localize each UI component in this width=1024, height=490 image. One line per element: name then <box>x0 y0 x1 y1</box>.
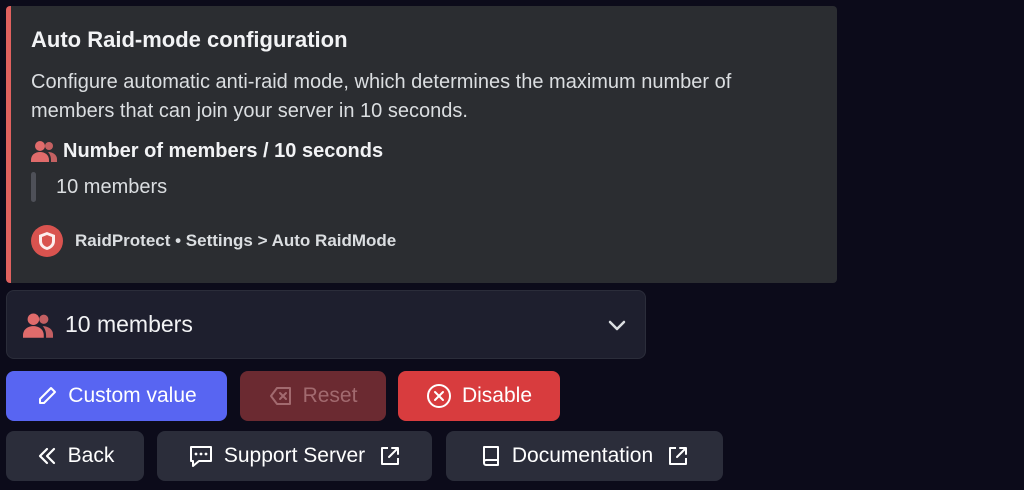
field-name-label: Number of members / 10 seconds <box>63 139 384 162</box>
support-server-label: Support Server <box>223 444 366 467</box>
double-chevron-left-icon <box>38 447 55 465</box>
embed-card: Auto Raid-mode configuration Configure a… <box>6 6 837 283</box>
documentation-button[interactable]: Documentation <box>446 431 723 481</box>
embed-description: Configure automatic anti-raid mode, whic… <box>31 71 732 122</box>
quote-bar <box>31 172 36 202</box>
embed-footer: RaidProtect • Settings > Auto RaidMode <box>31 225 396 257</box>
footer-text: RaidProtect • Settings > Auto RaidMode <box>75 231 397 250</box>
field-value: 10 members <box>31 172 817 202</box>
field-value-text: 10 members <box>56 175 168 198</box>
back-button[interactable]: Back <box>6 431 144 481</box>
close-circle-icon <box>426 384 451 408</box>
members-icon <box>23 312 53 338</box>
select-value: 10 members <box>65 311 193 337</box>
chat-icon <box>189 446 212 467</box>
disable-label: Disable <box>461 384 533 407</box>
embed-title: Auto Raid-mode configuration <box>31 27 348 52</box>
external-link-icon <box>381 447 400 465</box>
chevron-down-icon <box>608 320 626 331</box>
member-count-select[interactable]: 10 members <box>6 290 646 359</box>
raidprotect-avatar-icon <box>31 225 63 257</box>
custom-value-label: Custom value <box>68 384 197 407</box>
pencil-icon <box>39 387 57 404</box>
custom-value-button[interactable]: Custom value <box>6 371 227 421</box>
support-server-button[interactable]: Support Server <box>157 431 432 481</box>
documentation-label: Documentation <box>511 444 654 467</box>
external-link-icon <box>669 447 688 465</box>
backspace-icon <box>269 387 291 405</box>
reset-label: Reset <box>302 384 358 407</box>
members-icon <box>31 141 57 162</box>
disable-button[interactable]: Disable <box>398 371 560 421</box>
field-name: Number of members / 10 seconds <box>31 138 817 164</box>
book-icon <box>482 446 499 466</box>
reset-button[interactable]: Reset <box>240 371 386 421</box>
back-label: Back <box>67 444 115 467</box>
